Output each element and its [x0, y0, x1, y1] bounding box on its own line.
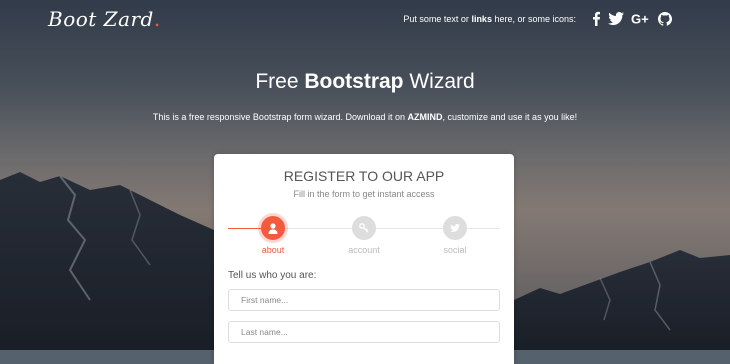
azmind-link[interactable]: AZMIND: [408, 112, 443, 122]
wizard-card: REGISTER TO OUR APP Fill in the form to …: [214, 154, 514, 364]
first-name-field[interactable]: [228, 289, 500, 311]
wizard-step-label: account: [348, 245, 380, 255]
form-heading: Tell us who you are:: [228, 270, 317, 281]
hero-subtitle: This is a free responsive Bootstrap form…: [152, 112, 578, 122]
key-icon: [352, 216, 376, 240]
user-icon: [261, 216, 285, 240]
twitter-icon[interactable]: [608, 12, 624, 25]
wizard-step-label: about: [261, 245, 285, 255]
top-nav: Put some text or links here, or some ico…: [403, 11, 672, 26]
last-name-field[interactable]: [228, 321, 500, 343]
logo[interactable]: Boot Zard.: [48, 7, 161, 31]
social-icons: G+: [584, 11, 672, 26]
google-plus-icon[interactable]: G+: [631, 12, 651, 25]
wizard-step-about[interactable]: about: [243, 216, 303, 255]
wizard-step-label: social: [443, 245, 467, 255]
top-nav-text: Put some text or links here, or some ico…: [403, 13, 576, 24]
github-icon[interactable]: [658, 11, 672, 26]
card-subtitle: Fill in the form to get instant access: [293, 189, 435, 199]
top-nav-link[interactable]: links: [471, 14, 492, 24]
wizard-step-account[interactable]: account: [334, 216, 394, 255]
hero-title: Free Bootstrap Wizard: [255, 70, 475, 93]
twitter-icon: [443, 216, 467, 240]
wizard-step-social[interactable]: social: [425, 216, 485, 255]
facebook-icon[interactable]: [591, 11, 601, 26]
card-title: REGISTER TO OUR APP: [283, 168, 445, 184]
svg-text:G+: G+: [631, 12, 649, 25]
top-navbar: Boot Zard. Put some text or links here, …: [0, 0, 730, 40]
